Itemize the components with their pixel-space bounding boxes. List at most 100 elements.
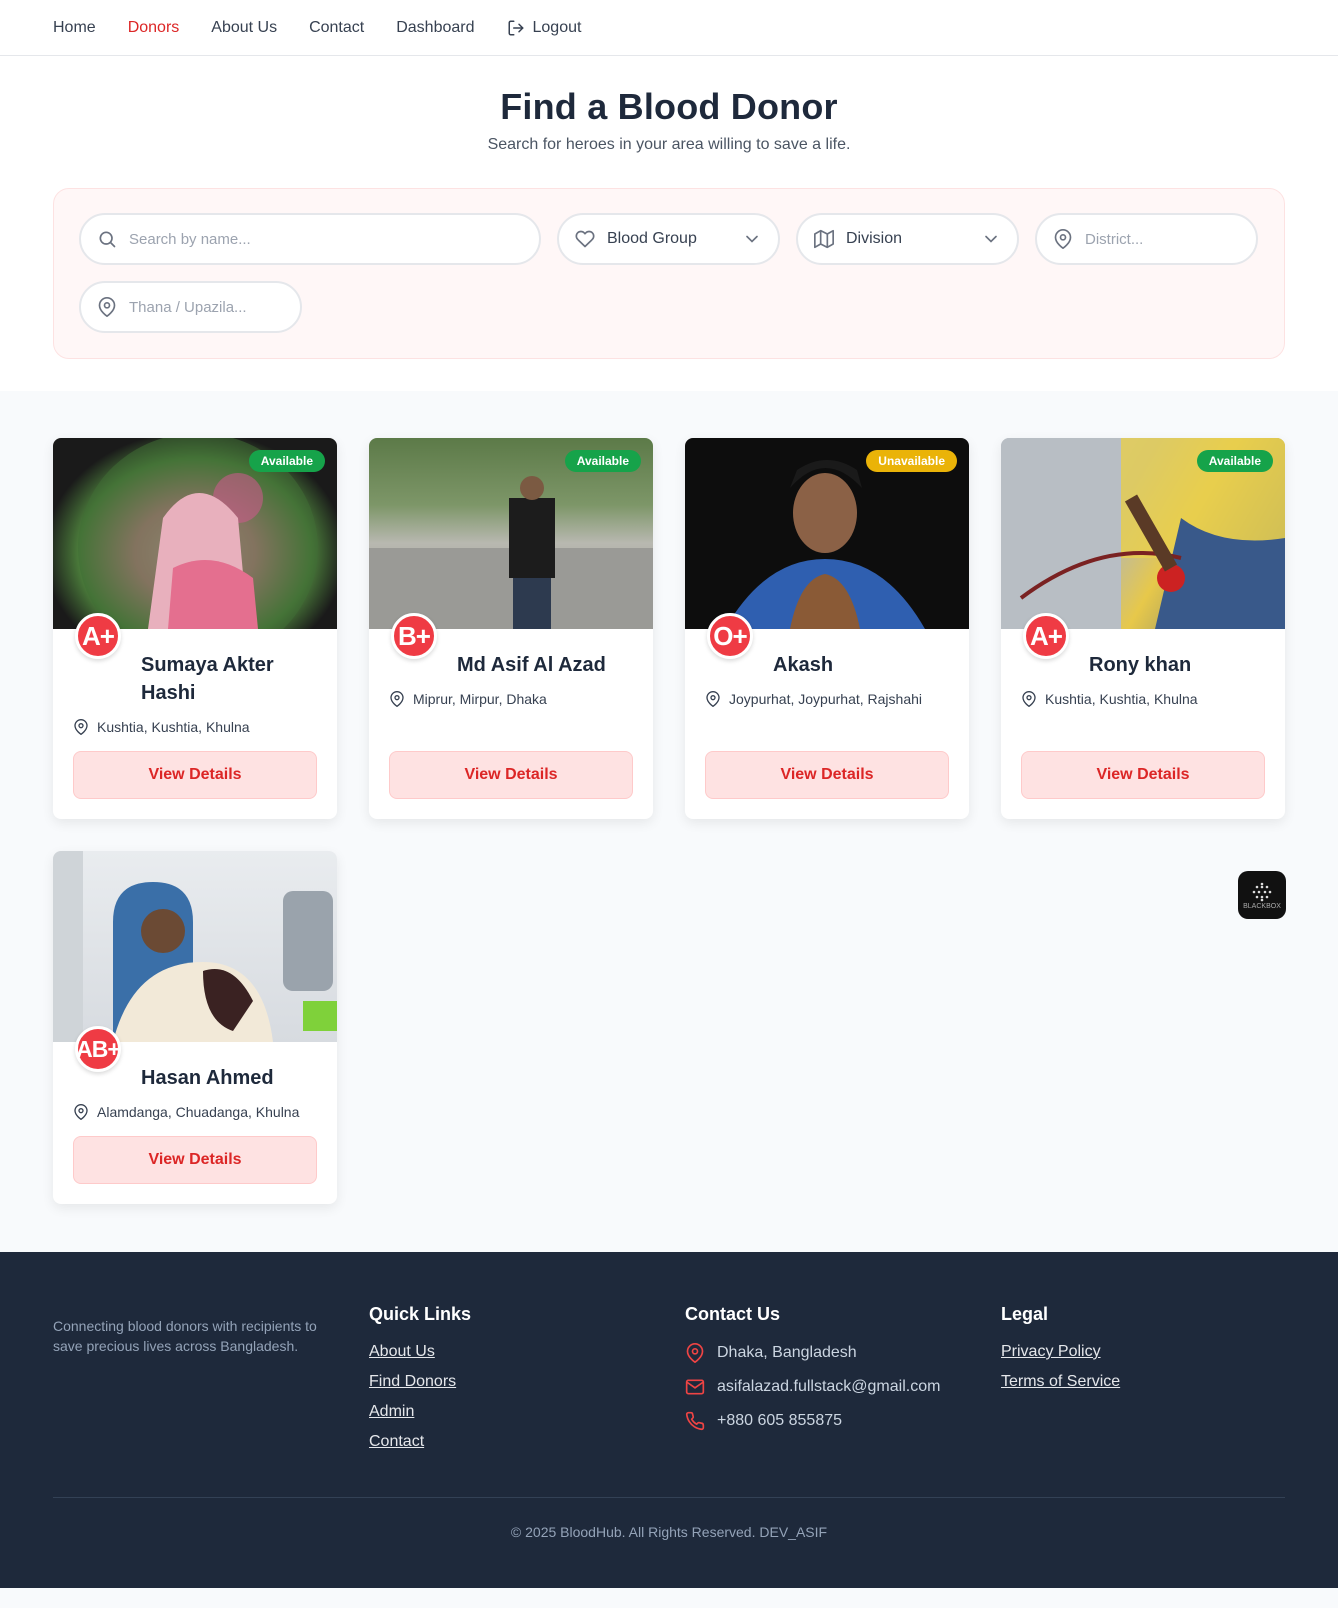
donor-location: Alamdanga, Chuadanga, Khulna [73,1104,317,1120]
footer-legal: Legal Privacy Policy Terms of Service [1001,1304,1261,1463]
footer-link-about[interactable]: About Us [369,1343,685,1361]
mail-icon [685,1379,705,1395]
blood-group-badge: A+ [1023,613,1069,659]
map-pin-icon [390,691,404,707]
legal-title: Legal [1001,1304,1049,1324]
phone-icon [685,1411,705,1431]
view-details-button[interactable]: View Details [73,751,317,799]
donor-location-text: Miprur, Mirpur, Dhaka [413,691,547,707]
contact-phone[interactable]: +880 605 855875 [685,1411,1001,1431]
donor-name: Md Asif Al Azad [457,654,606,676]
nav-about[interactable]: About Us [211,19,277,37]
donor-card: Unavailable O+ Akash Joypurhat, Joypurha… [685,438,969,819]
donor-card: AB+ Hasan Ahmed Alamdanga, Chuadanga, Kh… [53,851,337,1204]
donor-photo: Available [53,438,337,629]
heart-icon [575,230,595,248]
view-details-button[interactable]: View Details [73,1136,317,1184]
status-badge: Available [564,450,641,472]
map-pin-icon [1054,229,1072,249]
logout-icon [508,20,523,35]
search-input[interactable] [129,230,523,248]
blood-group-badge: AB+ [75,1026,121,1072]
blood-group-select[interactable]: Blood Group [557,213,780,265]
donor-location: Joypurhat, Joypurhat, Rajshahi [705,691,949,707]
donor-photo: Available [1001,438,1285,629]
blackbox-logo-icon [1252,882,1272,901]
status-badge: Available [248,450,325,472]
donor-name: Sumaya Akter Hashi [141,654,274,704]
contact-email-text: asifalazad.fullstack@gmail.com [717,1378,941,1395]
donor-card: Available B+ Md Asif Al Azad Miprur, Mir… [369,438,653,819]
donor-location-text: Kushtia, Kushtia, Khulna [97,719,250,735]
donor-name: Akash [773,654,834,676]
map-pin-icon [74,1104,88,1120]
donor-photo: Unavailable [685,438,969,629]
footer-link-terms[interactable]: Terms of Service [1001,1373,1261,1391]
view-details-button[interactable]: View Details [389,751,633,799]
logout-label: Logout [532,18,582,36]
contact-address-text: Dhaka, Bangladesh [717,1344,857,1361]
map-pin-icon [686,1343,704,1363]
copyright: © 2025 BloodHub. All Rights Reserved. DE… [510,1524,828,1540]
nav-contact[interactable]: Contact [309,19,364,37]
footer-contact: Contact Us Dhaka, Bangladesh asifalazad.… [685,1304,1001,1463]
contact-phone-text: +880 605 855875 [717,1412,843,1429]
page-subtitle: Search for heroes in your area willing t… [487,136,851,153]
blood-group-badge: B+ [391,613,437,659]
contact-email[interactable]: asifalazad.fullstack@gmail.com [685,1377,1001,1397]
hero-section: Find a Blood Donor Search for heroes in … [0,56,1338,391]
donor-card: Available A+ Sumaya Akter Hashi Kushtia,… [53,438,337,819]
contact-address: Dhaka, Bangladesh [685,1343,1001,1363]
thana-input[interactable] [129,298,284,316]
footer-link-contact[interactable]: Contact [369,1433,685,1451]
donor-location: Kushtia, Kushtia, Khulna [1021,691,1265,707]
footer-about-text: Connecting blood donors with recipients … [53,1318,317,1354]
blackbox-label: BLACKBOX [1243,902,1281,910]
blood-group-value: Blood Group [607,230,697,247]
quick-links-title: Quick Links [369,1304,472,1324]
status-badge: Available [1196,450,1273,472]
footer-link-admin[interactable]: Admin [369,1403,685,1421]
division-value: Division [846,230,903,247]
donor-location-text: Kushtia, Kushtia, Khulna [1045,691,1198,707]
donor-photo [53,851,337,1042]
map-pin-icon [98,297,116,317]
footer-about: Connecting blood donors with recipients … [53,1304,369,1463]
view-details-button[interactable]: View Details [705,751,949,799]
division-select[interactable]: Division [796,213,1019,265]
contact-title: Contact Us [685,1304,781,1324]
district-field[interactable] [1035,213,1258,265]
donor-card: Available A+ Rony khan Kushtia, Kushtia,… [1001,438,1285,819]
map-icon [814,229,834,249]
chevron-down-icon [746,235,758,243]
donor-location-text: Joypurhat, Joypurhat, Rajshahi [729,691,922,707]
page-title: Find a Blood Donor [500,86,838,127]
chevron-down-icon [985,235,997,243]
logout-button[interactable]: Logout [507,18,582,37]
map-pin-icon [74,719,88,735]
footer-divider [53,1497,1285,1498]
blood-group-badge: A+ [75,613,121,659]
nav-dashboard[interactable]: Dashboard [396,19,474,37]
nav-donors[interactable]: Donors [128,19,180,37]
donor-name: Rony khan [1089,654,1192,676]
footer-link-privacy[interactable]: Privacy Policy [1001,1343,1261,1361]
donor-grid: Available A+ Sumaya Akter Hashi Kushtia,… [0,391,1338,1252]
map-pin-icon [706,691,720,707]
district-input[interactable] [1085,230,1240,248]
donor-name: Hasan Ahmed [141,1067,274,1089]
donor-location: Kushtia, Kushtia, Khulna [73,719,317,735]
footer-link-find-donors[interactable]: Find Donors [369,1373,685,1391]
donor-photo: Available [369,438,653,629]
search-field[interactable] [79,213,541,265]
footer-quick-links: Quick Links About Us Find Donors Admin C… [369,1304,685,1463]
top-nav: Home Donors About Us Contact Dashboard L… [0,0,1338,56]
nav-home[interactable]: Home [53,19,96,37]
view-details-button[interactable]: View Details [1021,751,1265,799]
blackbox-widget[interactable]: BLACKBOX [1238,871,1286,919]
thana-field[interactable] [79,281,302,333]
donor-location: Miprur, Mirpur, Dhaka [389,691,633,707]
donor-location-text: Alamdanga, Chuadanga, Khulna [97,1104,300,1120]
blood-group-badge: O+ [707,613,753,659]
filter-panel: Blood Group Division [53,188,1285,359]
